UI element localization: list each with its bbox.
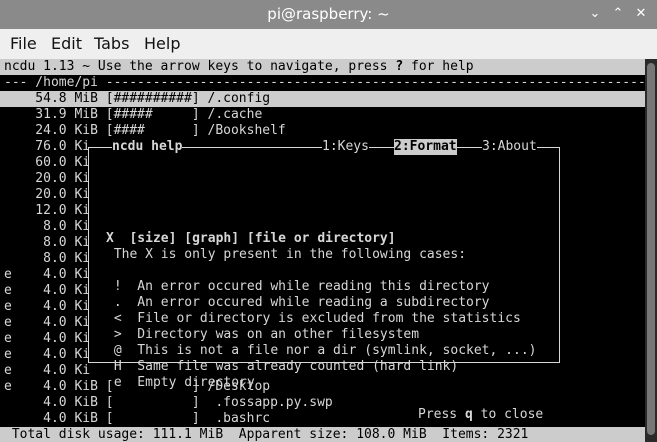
- help-flag-item: > Directory was on an other filesystem: [106, 327, 420, 342]
- help-flag-item: . An error occured while reading a subdi…: [106, 295, 490, 310]
- current-path: --- /home/pi ---------------------------…: [4, 75, 646, 90]
- title-bar[interactable]: pi@raspberry: ~ ⌄ ⌃ ✕: [0, 0, 657, 29]
- header-help-key: ?: [395, 59, 404, 74]
- maximize-icon[interactable]: ⌃: [607, 4, 629, 24]
- file-row[interactable]: 31.9 MiB [##### ] /.cache: [4, 107, 262, 123]
- file-row[interactable]: 8.0 Ki: [4, 219, 90, 235]
- file-row[interactable]: 4.0 KiB [ ] .fossapp.py.swp: [4, 395, 333, 411]
- header-suffix: for help: [403, 59, 474, 74]
- help-flag-item: @ This is not a file nor a dir (symlink,…: [106, 343, 537, 358]
- window-title: pi@raspberry: ~: [267, 5, 390, 23]
- file-row[interactable]: 20.0 Ki: [4, 171, 90, 187]
- minimize-icon[interactable]: ⌄: [584, 4, 606, 24]
- scrollbar[interactable]: [645, 59, 657, 442]
- file-row[interactable]: 24.0 KiB [#### ] /Bookshelf: [4, 123, 285, 139]
- help-flag-item: < File or directory is excluded from the…: [106, 311, 521, 326]
- scrollbar-thumb[interactable]: [647, 63, 655, 435]
- file-row[interactable]: 60.0 Ki: [4, 155, 90, 171]
- help-flag-item: ! An error occured while reading this di…: [106, 279, 490, 294]
- help-dialog: ncdu help 1:Keys 2:Format 3:About X [siz…: [88, 139, 560, 422]
- file-row[interactable]: e 4.0 Ki: [4, 331, 90, 347]
- file-row[interactable]: e 4.0 Ki: [4, 283, 90, 299]
- terminal-window: pi@raspberry: ~ ⌄ ⌃ ✕ File Edit Tabs Hel…: [0, 0, 657, 442]
- status-footer: Total disk usage: 111.1 MiB Apparent siz…: [0, 427, 645, 442]
- file-row[interactable]: 20.0 Ki: [4, 187, 90, 203]
- file-row[interactable]: e 4.0 Ki: [4, 347, 90, 363]
- format-line: X [size] [graph] [file or directory]: [106, 231, 396, 246]
- terminal-area[interactable]: ncdu 1.13 ~ Use the arrow keys to naviga…: [0, 59, 646, 442]
- close-hint: Press q to close: [418, 407, 544, 422]
- menu-bar: File Edit Tabs Help: [0, 29, 657, 59]
- ncdu-header: ncdu 1.13 ~ Use the arrow keys to naviga…: [0, 59, 645, 75]
- help-tab-keys[interactable]: 1:Keys: [322, 139, 369, 155]
- help-tab-about[interactable]: 3:About: [482, 139, 537, 155]
- header-prefix: ncdu 1.13 ~ Use the arrow keys to naviga…: [4, 59, 396, 74]
- file-row[interactable]: 8.0 Ki: [4, 235, 90, 251]
- help-tab-format[interactable]: 2:Format: [394, 139, 457, 155]
- file-row[interactable]: e 4.0 Ki: [4, 363, 90, 379]
- menu-help[interactable]: Help: [144, 34, 180, 53]
- format-intro: The X is only present in the following c…: [106, 247, 467, 262]
- close-icon[interactable]: ✕: [630, 4, 652, 24]
- file-row[interactable]: 8.0 Ki: [4, 251, 90, 267]
- file-row[interactable]: 76.0 Ki: [4, 139, 90, 155]
- file-row[interactable]: e 4.0 Ki: [4, 267, 90, 283]
- file-row[interactable]: e 4.0 Ki: [4, 315, 90, 331]
- file-row[interactable]: 12.0 Ki: [4, 203, 90, 219]
- help-flag-item: e Empty directory: [106, 375, 255, 390]
- menu-tabs[interactable]: Tabs: [94, 34, 129, 53]
- file-row[interactable]: 4.0 KiB [ ] .bashrc: [4, 411, 270, 427]
- help-title: ncdu help: [112, 139, 183, 155]
- menu-file[interactable]: File: [10, 34, 37, 53]
- help-flag-item: H Same file was already counted (hard li…: [106, 359, 459, 374]
- menu-edit[interactable]: Edit: [51, 34, 82, 53]
- file-row[interactable]: 54.8 MiB [##########] /.config: [0, 91, 645, 107]
- file-row[interactable]: e 4.0 Ki: [4, 299, 90, 315]
